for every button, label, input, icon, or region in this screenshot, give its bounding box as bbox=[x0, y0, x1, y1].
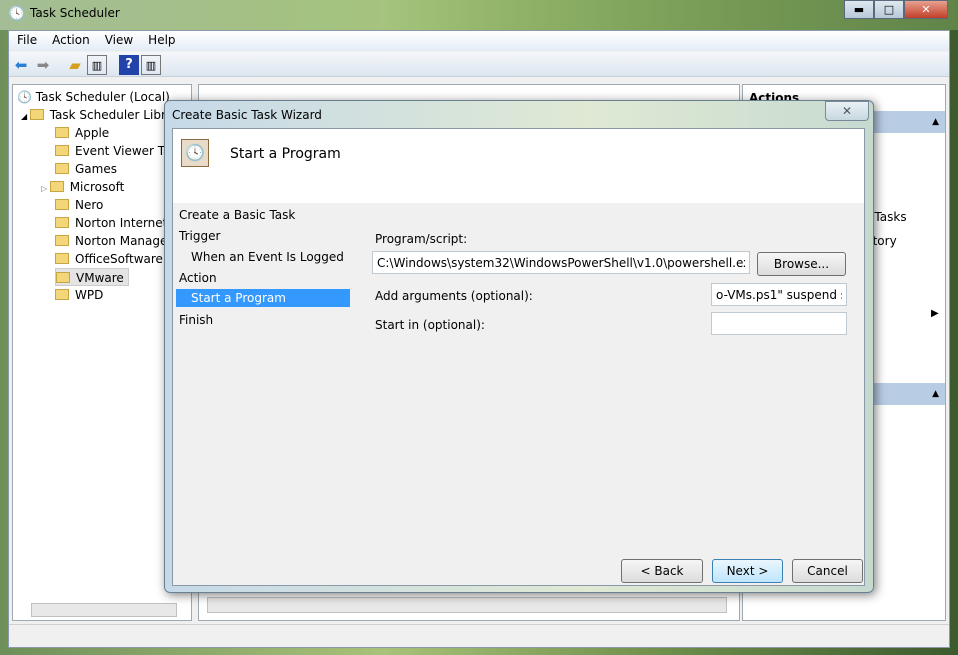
help-icon[interactable]: ? bbox=[119, 55, 139, 75]
folder-icon bbox=[49, 181, 64, 192]
show-hide-console-tree-icon[interactable]: ▥ bbox=[87, 55, 107, 75]
menu-file[interactable]: File bbox=[9, 31, 44, 47]
cancel-button[interactable]: Cancel bbox=[792, 559, 863, 583]
folder-icon bbox=[55, 289, 69, 300]
toolbar: ⬅ ➡ ▰ ▥ ? ▥ bbox=[9, 52, 949, 77]
up-folder-icon[interactable]: ▰ bbox=[65, 55, 85, 75]
window-title: Task Scheduler bbox=[30, 6, 120, 20]
tree-folder[interactable]: Nero bbox=[55, 196, 103, 214]
arguments-label: Add arguments (optional): bbox=[375, 289, 533, 303]
horizontal-scrollbar[interactable] bbox=[31, 603, 177, 617]
forward-arrow-icon[interactable]: ➡ bbox=[33, 55, 53, 75]
task-clock-icon: 🕓 bbox=[181, 139, 209, 167]
tree-folder[interactable]: Apple bbox=[55, 124, 109, 142]
wizard-heading: Start a Program bbox=[230, 146, 341, 162]
maximize-button[interactable]: □ bbox=[874, 0, 904, 19]
submenu-arrow-icon[interactable]: ▶ bbox=[931, 308, 939, 319]
tree-folder[interactable]: Event Viewer Tas bbox=[55, 142, 177, 160]
horizontal-scrollbar[interactable] bbox=[207, 597, 727, 613]
folder-icon bbox=[56, 272, 70, 283]
status-bar bbox=[9, 624, 949, 646]
tree-folder[interactable]: OfficeSoftwarePr bbox=[55, 250, 175, 268]
folder-icon bbox=[55, 163, 69, 174]
arguments-input[interactable] bbox=[711, 283, 847, 306]
dialog-close-button[interactable]: ✕ bbox=[825, 101, 869, 121]
folder-icon bbox=[55, 199, 69, 210]
start-in-input[interactable] bbox=[711, 312, 847, 335]
clock-icon: 🕓 bbox=[8, 6, 26, 22]
show-hide-action-pane-icon[interactable]: ▥ bbox=[141, 55, 161, 75]
expand-icon[interactable]: ▷ bbox=[41, 184, 50, 193]
menu-bar: File Action View Help bbox=[9, 31, 949, 51]
folder-icon bbox=[55, 217, 69, 228]
back-arrow-icon[interactable]: ⬅ bbox=[11, 55, 31, 75]
browse-button[interactable]: Browse... bbox=[757, 252, 846, 276]
menu-help[interactable]: Help bbox=[140, 31, 182, 47]
tree-folder[interactable]: Norton Internet S bbox=[55, 214, 179, 232]
step-when-event-logged[interactable]: When an Event Is Logged bbox=[191, 250, 344, 264]
next-button[interactable]: Next > bbox=[712, 559, 783, 583]
wizard-header: 🕓 Start a Program bbox=[173, 129, 864, 203]
step-finish[interactable]: Finish bbox=[179, 313, 213, 327]
folder-icon bbox=[55, 253, 69, 264]
tree-folder[interactable]: WPD bbox=[55, 286, 103, 304]
step-create-basic-task[interactable]: Create a Basic Task bbox=[179, 208, 295, 222]
folder-icon bbox=[55, 127, 69, 138]
tree-folder-selected[interactable]: VMware bbox=[55, 268, 129, 286]
step-trigger[interactable]: Trigger bbox=[179, 229, 220, 243]
menu-action[interactable]: Action bbox=[44, 31, 97, 47]
dialog-title: Create Basic Task Wizard bbox=[172, 108, 322, 122]
start-in-label: Start in (optional): bbox=[375, 318, 485, 332]
tree-folder[interactable]: Norton Manager bbox=[55, 232, 172, 250]
program-script-input[interactable] bbox=[372, 251, 750, 274]
tree-root[interactable]: 🕓 Task Scheduler (Local) bbox=[17, 88, 170, 106]
create-basic-task-wizard-dialog: Create Basic Task Wizard ✕ 🕓 Start a Pro… bbox=[164, 100, 874, 593]
tree-folder[interactable]: ▷ Microsoft bbox=[41, 178, 124, 196]
tree-library[interactable]: ◢ Task Scheduler Libra bbox=[21, 106, 173, 124]
close-button[interactable]: ✕ bbox=[904, 0, 948, 19]
minimize-button[interactable]: ▬ bbox=[844, 0, 874, 19]
tree-folder[interactable]: Games bbox=[55, 160, 117, 178]
back-button[interactable]: < Back bbox=[621, 559, 703, 583]
program-label: Program/script: bbox=[375, 232, 468, 246]
folder-icon bbox=[55, 145, 69, 156]
folder-clock-icon bbox=[29, 109, 44, 120]
menu-view[interactable]: View bbox=[97, 31, 140, 47]
title-bar: 🕓 Task Scheduler ▬ □ ✕ bbox=[0, 0, 958, 30]
step-start-a-program[interactable]: Start a Program bbox=[176, 289, 350, 307]
clock-icon: 🕓 bbox=[17, 90, 36, 104]
step-action[interactable]: Action bbox=[179, 271, 217, 285]
folder-icon bbox=[55, 235, 69, 246]
